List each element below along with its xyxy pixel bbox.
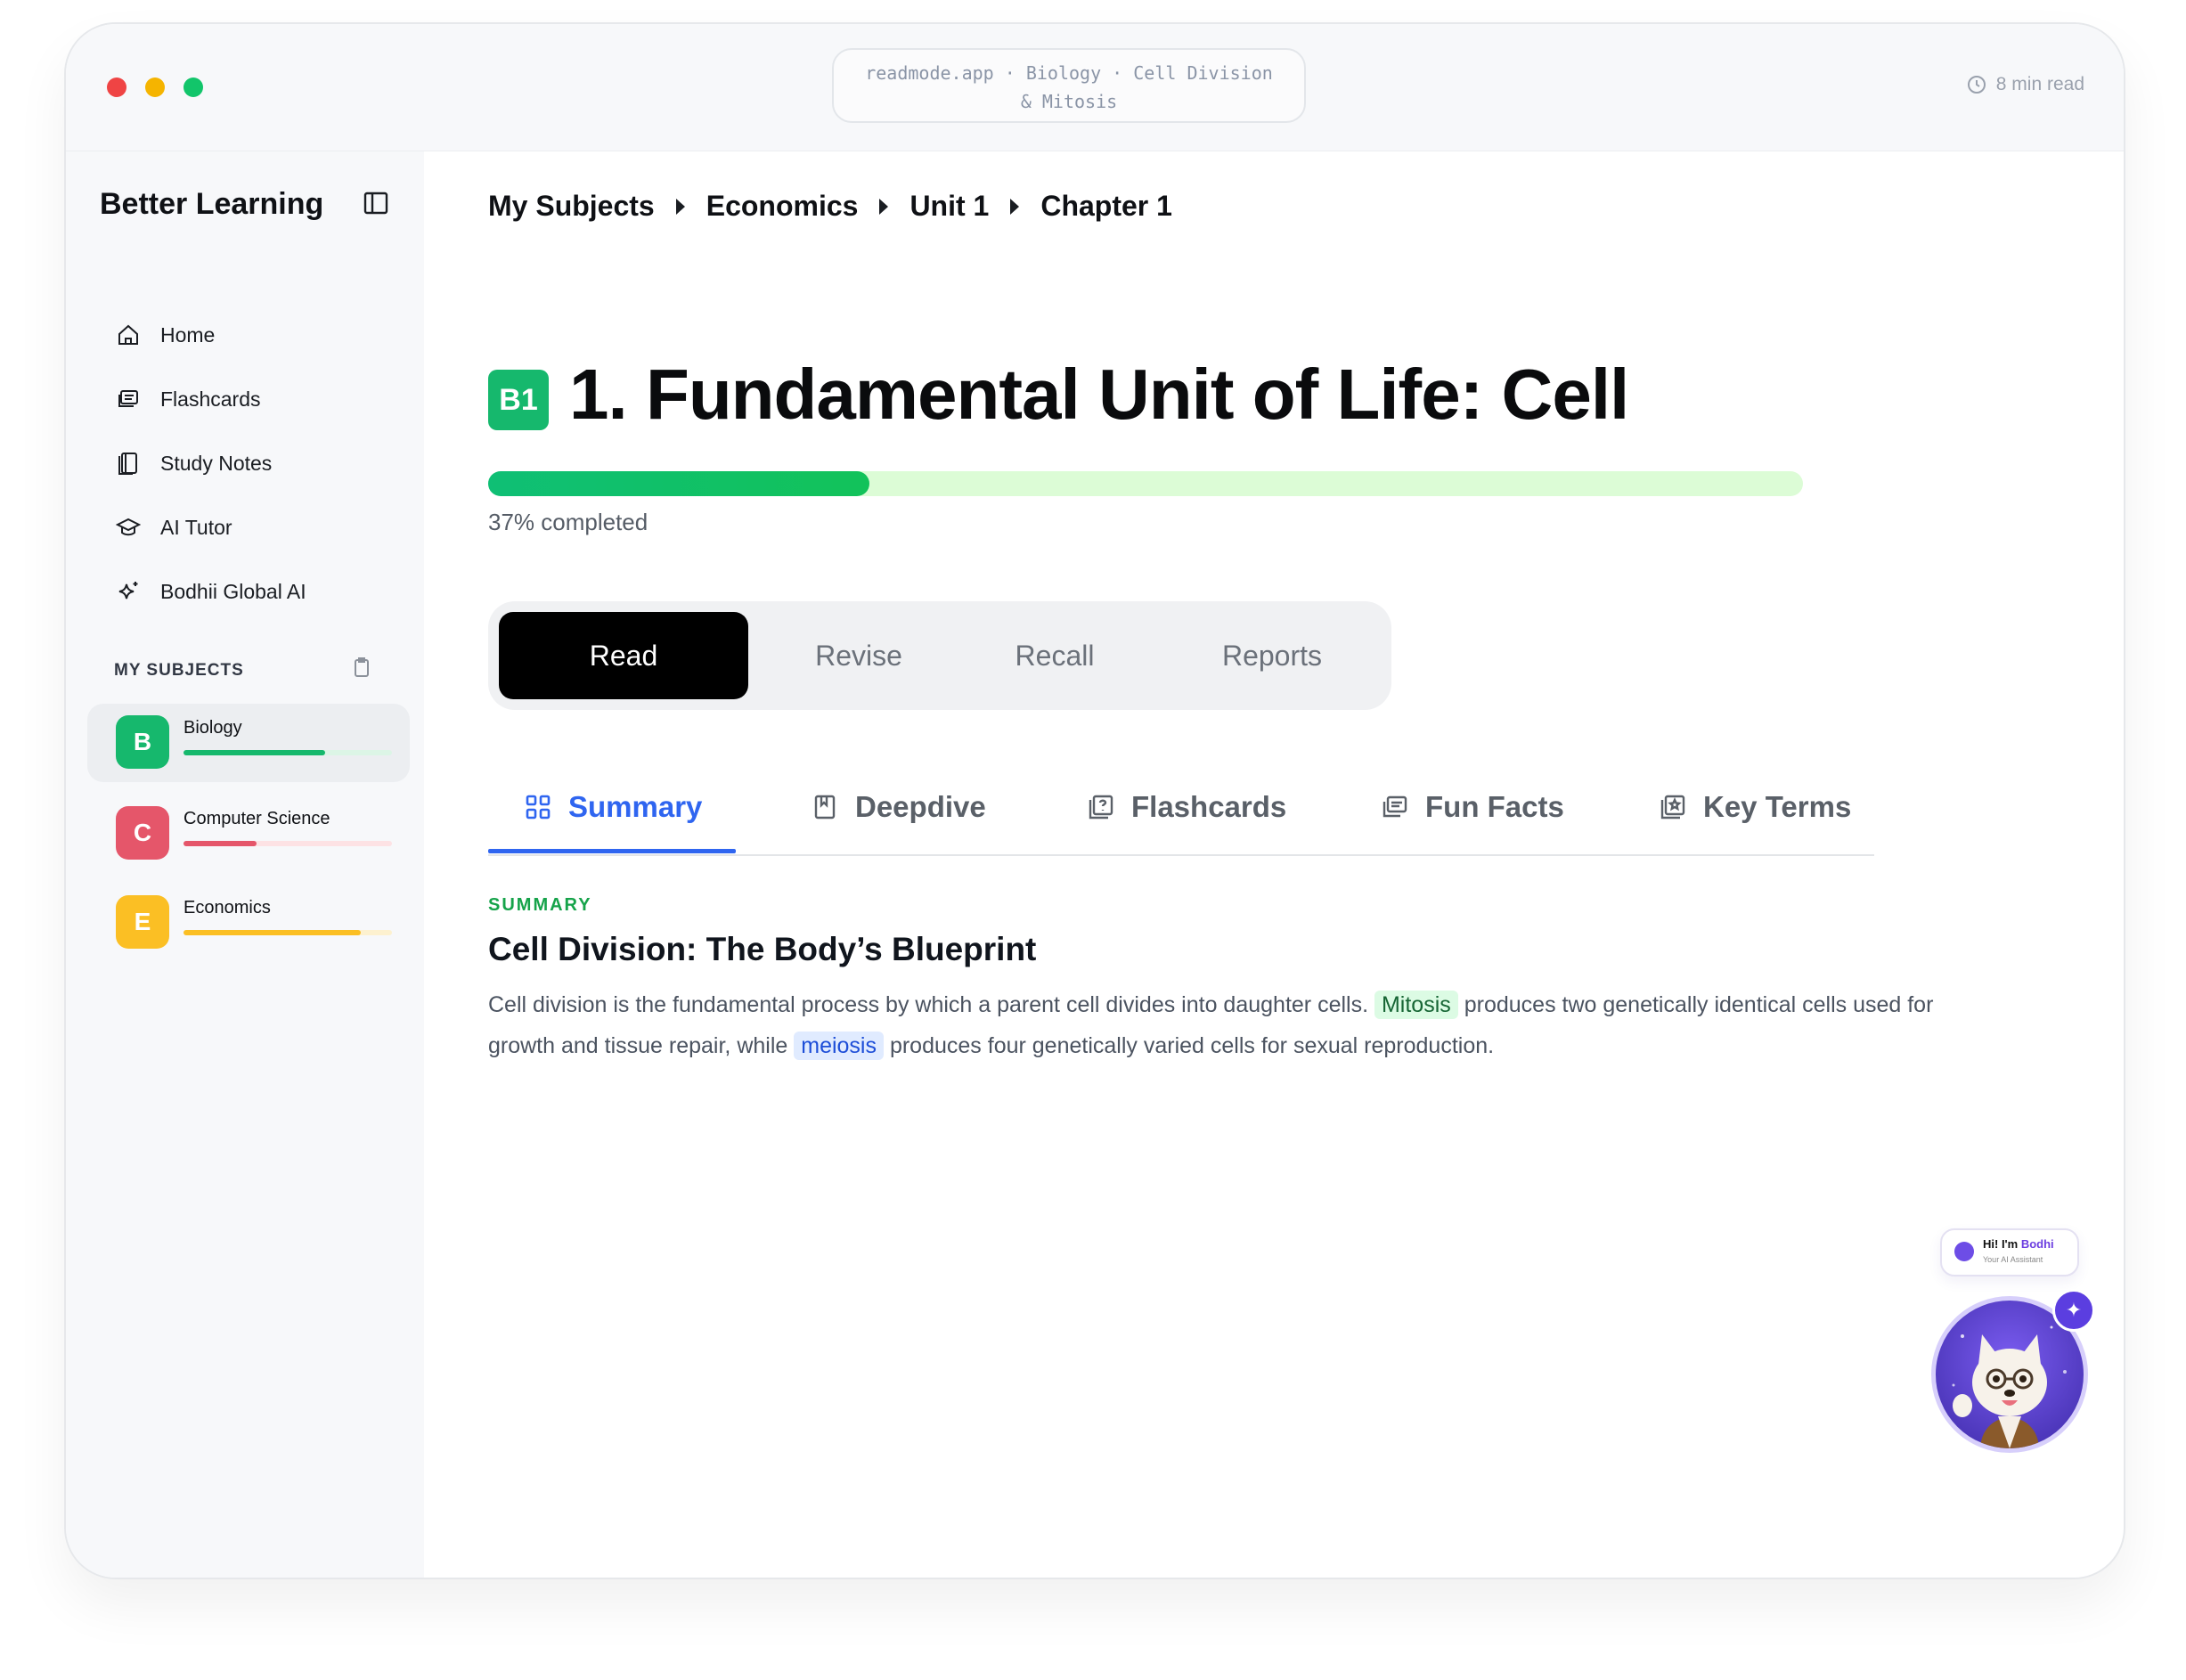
subject-computer-science[interactable]: C Computer Science (87, 795, 410, 873)
breadcrumb-chapter[interactable]: Chapter 1 (1040, 190, 1172, 223)
sidebar-item-label: Study Notes (160, 451, 273, 475)
question-card-icon (1089, 795, 1113, 820)
term-meiosis[interactable]: meiosis (794, 1032, 884, 1060)
summary-text-part: Cell division is the fundamental process… (488, 992, 1369, 1017)
subject-name: Computer Science (184, 809, 330, 828)
graduation-cap-icon (116, 518, 141, 536)
sidebar-item-label: Flashcards (160, 387, 261, 411)
tab-label: Summary (568, 790, 703, 823)
address-line-2: & Mitosis (1020, 91, 1118, 112)
summary-paragraph: Cell division is the fundamental process… (488, 984, 2002, 1066)
chevron-right-icon (1010, 198, 1020, 215)
mode-reports-button[interactable]: Reports (1183, 612, 1361, 699)
chapter-badge: B1 (488, 370, 549, 430)
chapter-progress-track (488, 471, 1803, 496)
summary-text-part: produces four genetically varied cells f… (889, 1033, 1495, 1058)
subject-progress-track (184, 930, 392, 935)
subject-biology[interactable]: B Biology (87, 704, 410, 782)
read-time: 8 min read (1966, 74, 2084, 95)
summary-heading: Cell Division: The Body’s Blueprint (488, 931, 1037, 967)
cards-icon (1383, 795, 1407, 818)
sidebar-item-label: Bodhii Global AI (160, 579, 306, 603)
mode-read-button[interactable]: Read (499, 612, 748, 699)
sidebar-item-label: Home (160, 322, 216, 347)
sidebar-item-flashcards[interactable]: Flashcards (116, 387, 260, 412)
breadcrumb: My Subjects Economics Unit 1 Chapter 1 (488, 190, 1172, 223)
title-bar: readmode.app · Biology · Cell Division &… (66, 24, 2124, 151)
subject-badge: E (116, 895, 169, 949)
assistant-sparkle-icon: ✦ (2052, 1289, 2095, 1332)
sidebar-item-label: AI Tutor (160, 515, 232, 539)
term-mitosis[interactable]: Mitosis (1374, 991, 1458, 1019)
assistant-subtitle: Your AI Assistant (1983, 1255, 2043, 1264)
progress-label: 37% completed (488, 509, 648, 535)
tab-deepdive[interactable]: Deepdive (811, 790, 986, 824)
home-icon (118, 324, 138, 345)
sidebar-item-home[interactable]: Home (116, 322, 215, 347)
mode-switcher: Read Revise Recall Reports (488, 601, 1391, 710)
breadcrumb-unit[interactable]: Unit 1 (909, 190, 989, 223)
mode-revise-button[interactable]: Revise (787, 612, 930, 699)
tab-key-terms[interactable]: Key Terms (1659, 790, 1851, 824)
my-subjects-heading: MY SUBJECTS (114, 661, 244, 680)
clipboard-icon[interactable] (351, 656, 372, 679)
breadcrumb-economics[interactable]: Economics (706, 190, 859, 223)
sidebar-item-bodhii-global-ai[interactable]: Bodhii Global AI (116, 579, 306, 604)
star-card-icon (1660, 795, 1685, 820)
bookmark-icon (814, 795, 836, 820)
subject-name: Biology (184, 718, 242, 738)
sparkle-icon (118, 582, 138, 599)
subject-name: Economics (184, 898, 271, 917)
breadcrumb-my-subjects[interactable]: My Subjects (488, 190, 655, 223)
app-window: readmode.app · Biology · Cell Division &… (64, 22, 2125, 1579)
sidebar-item-study-notes[interactable]: Study Notes (116, 451, 272, 476)
assistant-greeting-prefix: Hi! I'm (1983, 1237, 2019, 1251)
address-bar[interactable]: readmode.app · Biology · Cell Division &… (832, 48, 1306, 123)
sidebar-toggle-icon[interactable] (363, 191, 388, 216)
maximize-window-dot[interactable] (184, 77, 203, 97)
tab-label: Key Terms (1703, 790, 1852, 823)
tab-summary[interactable]: Summary (524, 790, 702, 824)
assistant-name: Bodhi (2020, 1237, 2054, 1251)
subject-progress-fill (184, 750, 326, 755)
tab-label: Flashcards (1131, 790, 1287, 823)
chat-icon (1954, 1242, 1974, 1261)
address-line-1: readmode.app · Biology · Cell Division (865, 62, 1273, 84)
page-title: 1. Fundamental Unit of Life: Cell (569, 355, 1629, 434)
subject-progress-fill (184, 930, 361, 935)
read-time-label: 8 min read (1995, 74, 2084, 94)
mode-recall-button[interactable]: Recall (983, 612, 1126, 699)
notebook-icon (118, 453, 137, 475)
subject-progress-track (184, 841, 392, 846)
brand-title: Better Learning (100, 187, 324, 221)
minimize-window-dot[interactable] (145, 77, 165, 97)
sidebar: Better Learning Home Flashcards Study No… (66, 151, 424, 1578)
assistant-greeting: Hi! I'm Bodhi (1983, 1237, 2054, 1251)
subject-economics[interactable]: E Economics (87, 884, 410, 962)
tab-label: Deepdive (855, 790, 986, 823)
clock-icon (1967, 76, 1986, 94)
tab-label: Fun Facts (1425, 790, 1564, 823)
content-tabs: Summary Deepdive Flashcards Fun Facts Ke… (488, 781, 1874, 856)
subject-badge: B (116, 715, 169, 769)
sidebar-item-ai-tutor[interactable]: AI Tutor (116, 515, 232, 540)
tab-fun-facts[interactable]: Fun Facts (1381, 790, 1564, 824)
chapter-progress-fill (488, 471, 870, 496)
close-window-dot[interactable] (107, 77, 126, 97)
section-eyebrow: SUMMARY (488, 895, 592, 915)
subject-badge: C (116, 806, 169, 860)
grid-icon (526, 795, 551, 820)
tab-flashcards[interactable]: Flashcards (1087, 790, 1286, 824)
assistant-greeting-bubble[interactable]: Hi! I'm Bodhi Your AI Assistant (1940, 1228, 2079, 1276)
chevron-right-icon (675, 198, 685, 215)
subject-progress-track (184, 750, 392, 755)
active-tab-indicator (488, 849, 736, 853)
chevron-right-icon (879, 198, 889, 215)
flashcards-icon (118, 390, 138, 407)
subject-progress-fill (184, 841, 257, 846)
